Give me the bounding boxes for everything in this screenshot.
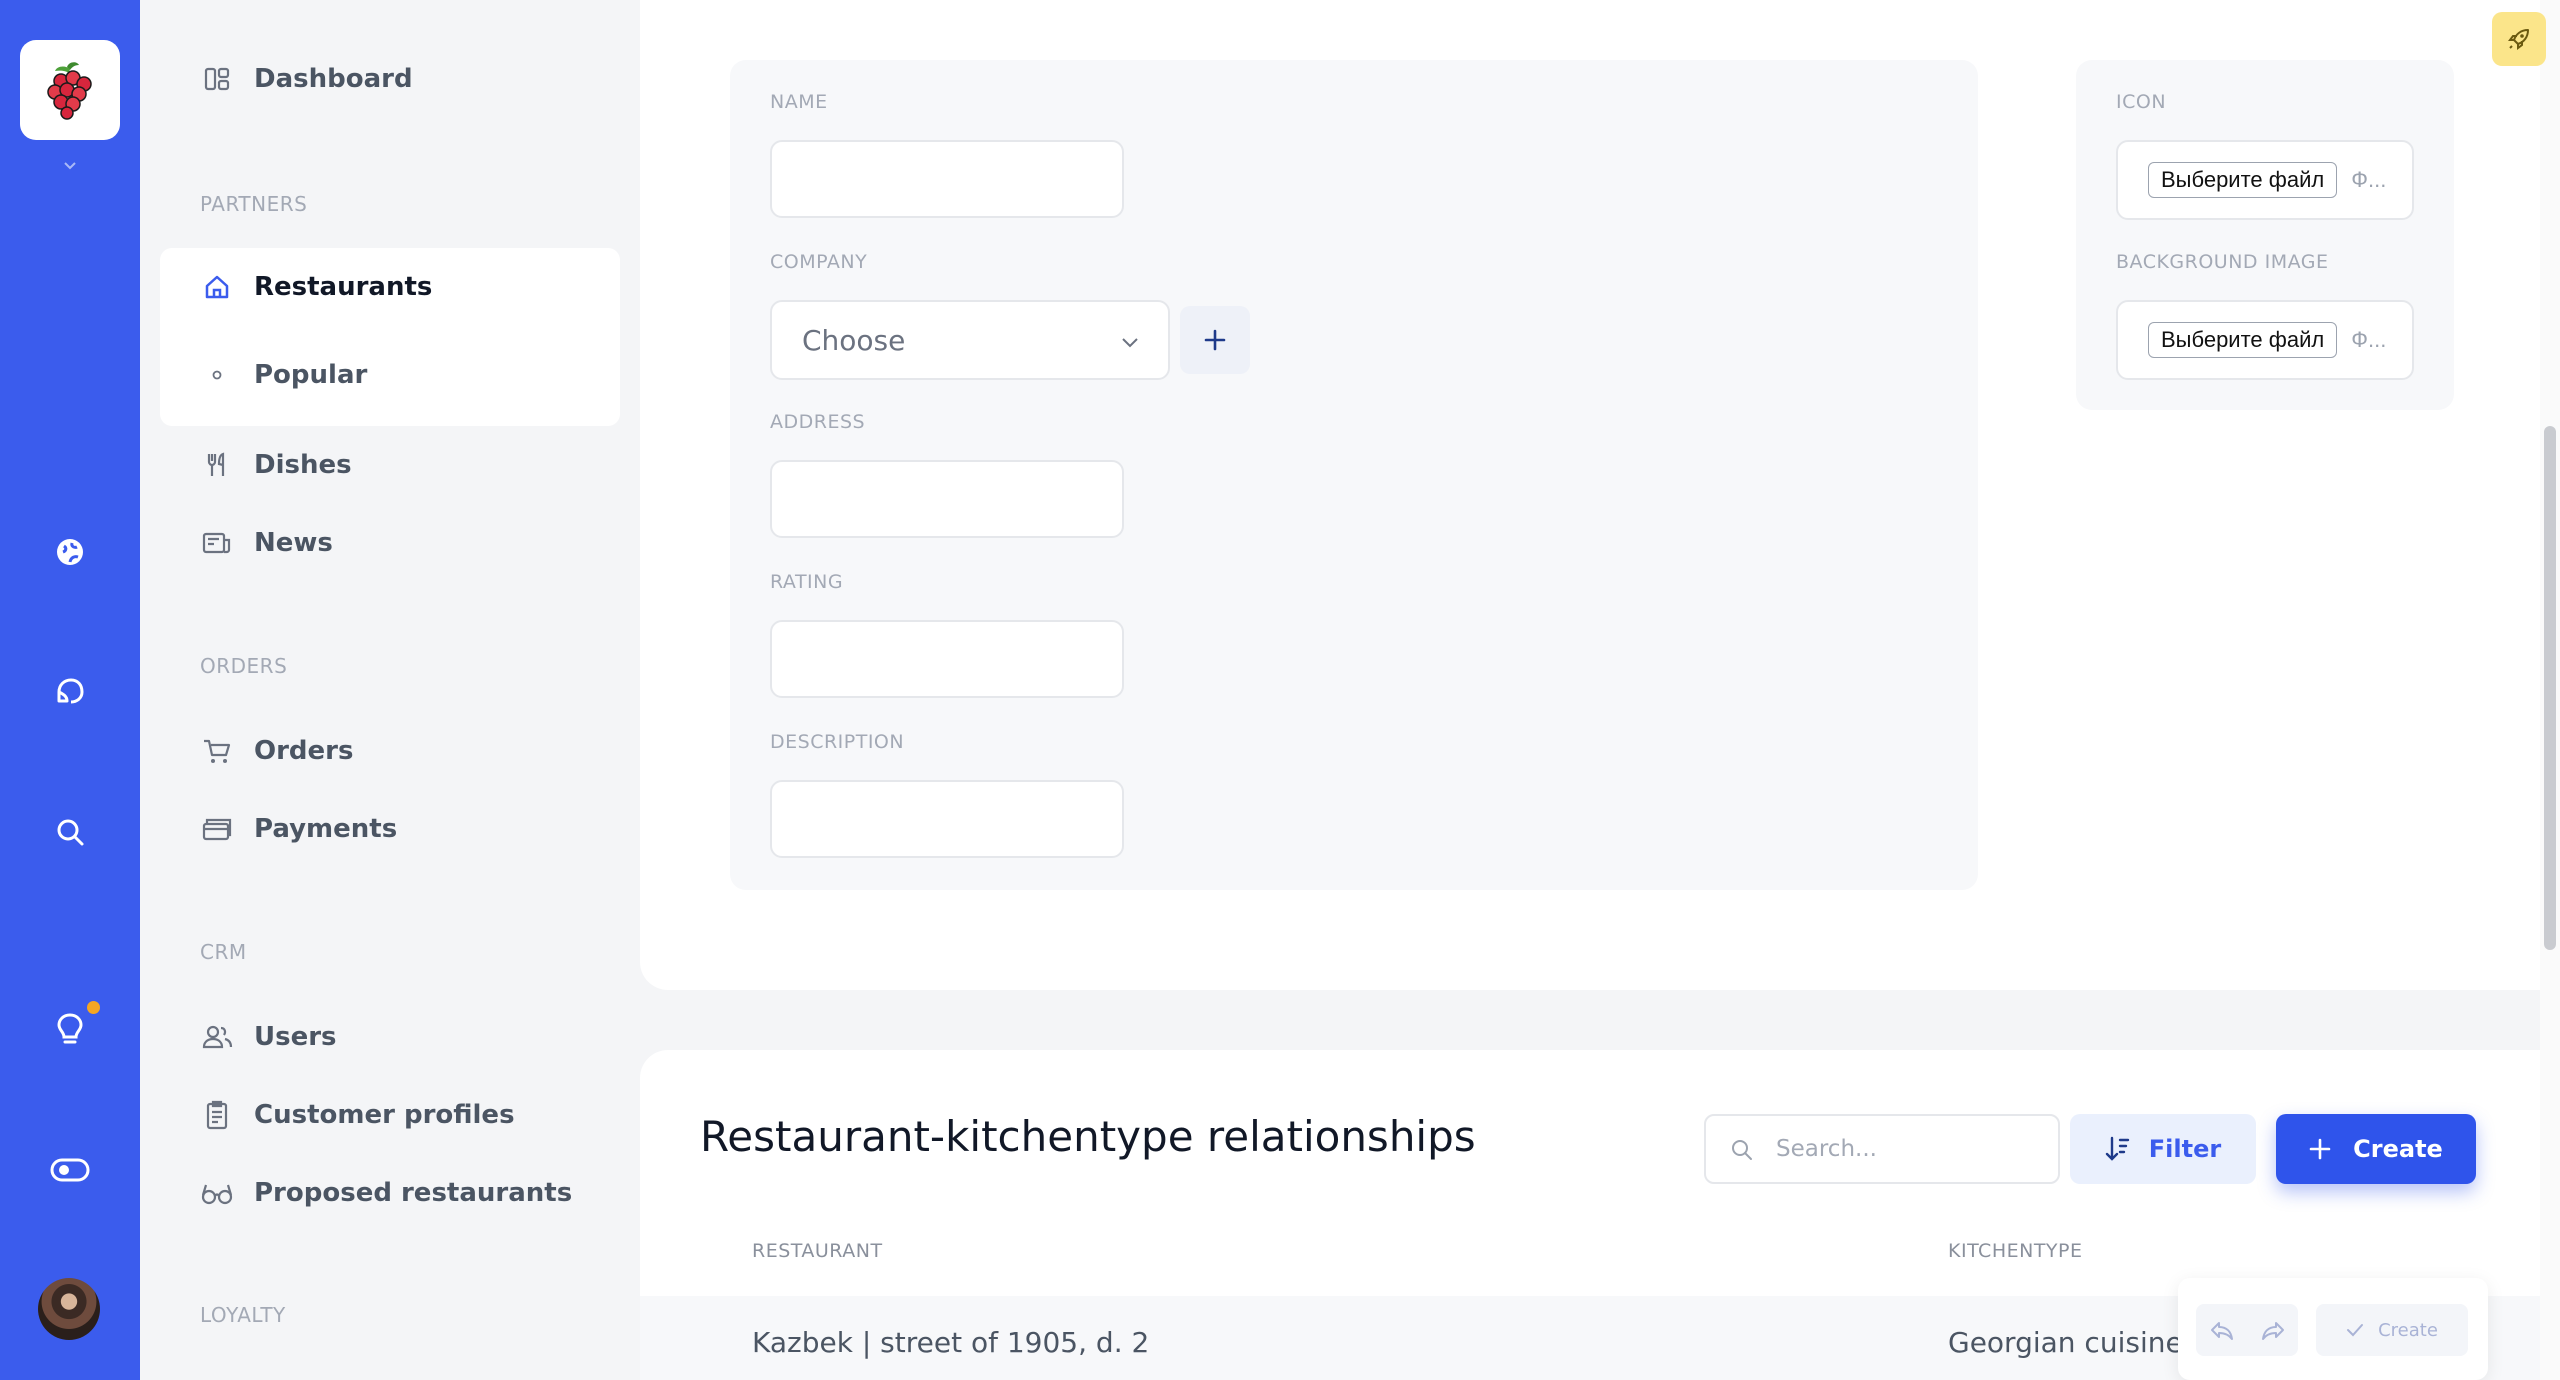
plus-icon <box>1204 329 1226 351</box>
sidebar-item-news[interactable]: News <box>160 504 620 582</box>
description-label: DESCRIPTION <box>770 731 905 753</box>
name-label: NAME <box>770 91 828 113</box>
icon-file-input[interactable]: Выберите файл Ф... <box>2116 140 2414 220</box>
sidebar-item-label: Users <box>254 1022 337 1052</box>
search-icon[interactable] <box>44 806 96 858</box>
undo-icon[interactable] <box>2209 1319 2235 1341</box>
search-placeholder: Search... <box>1776 1136 1877 1162</box>
description-input[interactable] <box>770 780 1124 858</box>
address-input[interactable] <box>770 460 1124 538</box>
company-label: COMPANY <box>770 251 868 273</box>
sidebar-item-label: Dashboard <box>254 64 413 94</box>
background-file-input[interactable]: Выберите файл Ф... <box>2116 300 2414 380</box>
background-image-label: BACKGROUND IMAGE <box>2116 251 2329 273</box>
sidebar-item-orders[interactable]: Orders <box>160 712 620 790</box>
cart-icon <box>200 734 234 768</box>
globe-icon[interactable] <box>44 526 96 578</box>
toolbar-create-button[interactable]: Create <box>2316 1304 2468 1356</box>
raspberry-logo-icon <box>47 62 92 120</box>
file-status: Ф... <box>2351 327 2387 352</box>
newspaper-icon <box>200 526 234 560</box>
search-input[interactable]: Search... <box>1704 1114 2060 1184</box>
clipboard-icon <box>200 1098 234 1132</box>
undo-redo-group <box>2196 1304 2298 1356</box>
toolbar-create-label: Create <box>2378 1319 2438 1341</box>
company-select[interactable]: Choose <box>770 300 1170 380</box>
scrollbar-thumb[interactable] <box>2544 426 2556 950</box>
choose-file-button[interactable]: Выберите файл <box>2148 322 2338 358</box>
create-button[interactable]: Create <box>2276 1114 2476 1184</box>
sort-icon <box>2105 1136 2129 1161</box>
sidebar-item-label: Orders <box>254 736 354 766</box>
create-label: Create <box>2353 1135 2443 1163</box>
company-select-value: Choose <box>802 323 906 357</box>
plus-icon <box>2309 1138 2331 1160</box>
rocket-icon[interactable] <box>2492 12 2546 66</box>
toggle-icon[interactable] <box>44 1144 96 1196</box>
section-title-loyalty: LOYALTY <box>200 1303 286 1327</box>
sidebar-item-restaurants[interactable]: Restaurants <box>160 248 620 326</box>
chevron-down-icon[interactable] <box>60 156 80 176</box>
filter-button[interactable]: Filter <box>2070 1114 2256 1184</box>
sidebar-item-users[interactable]: Users <box>160 998 620 1076</box>
users-icon <box>200 1020 234 1054</box>
chat-icon[interactable] <box>44 666 96 718</box>
chevron-down-icon <box>1122 338 1138 348</box>
sidebar-item-label: Popular <box>254 360 368 390</box>
sidebar-item-label: Dishes <box>254 450 352 480</box>
sidebar-item-customer-profiles[interactable]: Customer profiles <box>160 1076 620 1154</box>
app-logo[interactable] <box>20 40 120 140</box>
sidebar-item-label: Customer profiles <box>254 1100 515 1130</box>
cell-restaurant: Kazbek | street of 1905, d. 2 <box>752 1326 1150 1359</box>
sidebar-item-popular[interactable]: Popular <box>160 336 620 414</box>
search-icon <box>1732 1140 1752 1160</box>
notification-dot <box>87 1001 100 1014</box>
section-title-orders: ORDERS <box>200 654 288 678</box>
sidebar-item-label: Payments <box>254 814 398 844</box>
sidebar-item-label: Restaurants <box>254 272 433 302</box>
file-status: Ф... <box>2351 167 2387 192</box>
dashboard-icon <box>200 62 234 96</box>
avatar[interactable] <box>38 1278 100 1340</box>
address-label: ADDRESS <box>770 411 866 433</box>
icon-label: ICON <box>2116 91 2167 113</box>
sidebar-item-dashboard[interactable]: Dashboard <box>160 40 620 118</box>
sidebar-item-dishes[interactable]: Dishes <box>160 426 620 504</box>
column-header-kitchentype[interactable]: KITCHENTYPE <box>1948 1240 2083 1262</box>
check-icon <box>2347 1324 2364 1337</box>
choose-file-button[interactable]: Выберите файл <box>2148 162 2338 198</box>
section-title-partners: PARTNERS <box>200 192 308 216</box>
sidebar-item-payments[interactable]: Payments <box>160 790 620 868</box>
rating-input[interactable] <box>770 620 1124 698</box>
sidebar-item-label: Proposed restaurants <box>254 1178 573 1208</box>
sidebar-item-label: News <box>254 528 333 558</box>
relationships-title: Restaurant-kitchentype relationships <box>700 1112 1476 1161</box>
add-company-button[interactable] <box>1180 306 1250 374</box>
glasses-icon <box>200 1176 234 1210</box>
redo-icon[interactable] <box>2260 1319 2286 1341</box>
column-header-restaurant[interactable]: RESTAURANT <box>752 1240 883 1262</box>
name-input[interactable] <box>770 140 1124 218</box>
wallet-icon <box>200 812 234 846</box>
filter-label: Filter <box>2148 1135 2222 1163</box>
sidebar-item-proposed-restaurants[interactable]: Proposed restaurants <box>160 1154 620 1232</box>
section-title-crm: CRM <box>200 940 247 964</box>
app-rail <box>0 0 140 1380</box>
sidebar: Dashboard PARTNERS Restaurants Popular D… <box>140 0 640 1380</box>
home-icon <box>200 270 234 304</box>
bullet-icon <box>200 358 234 392</box>
rating-label: RATING <box>770 571 844 593</box>
cell-kitchentype: Georgian cuisine <box>1948 1326 2183 1359</box>
cutlery-icon <box>200 448 234 482</box>
